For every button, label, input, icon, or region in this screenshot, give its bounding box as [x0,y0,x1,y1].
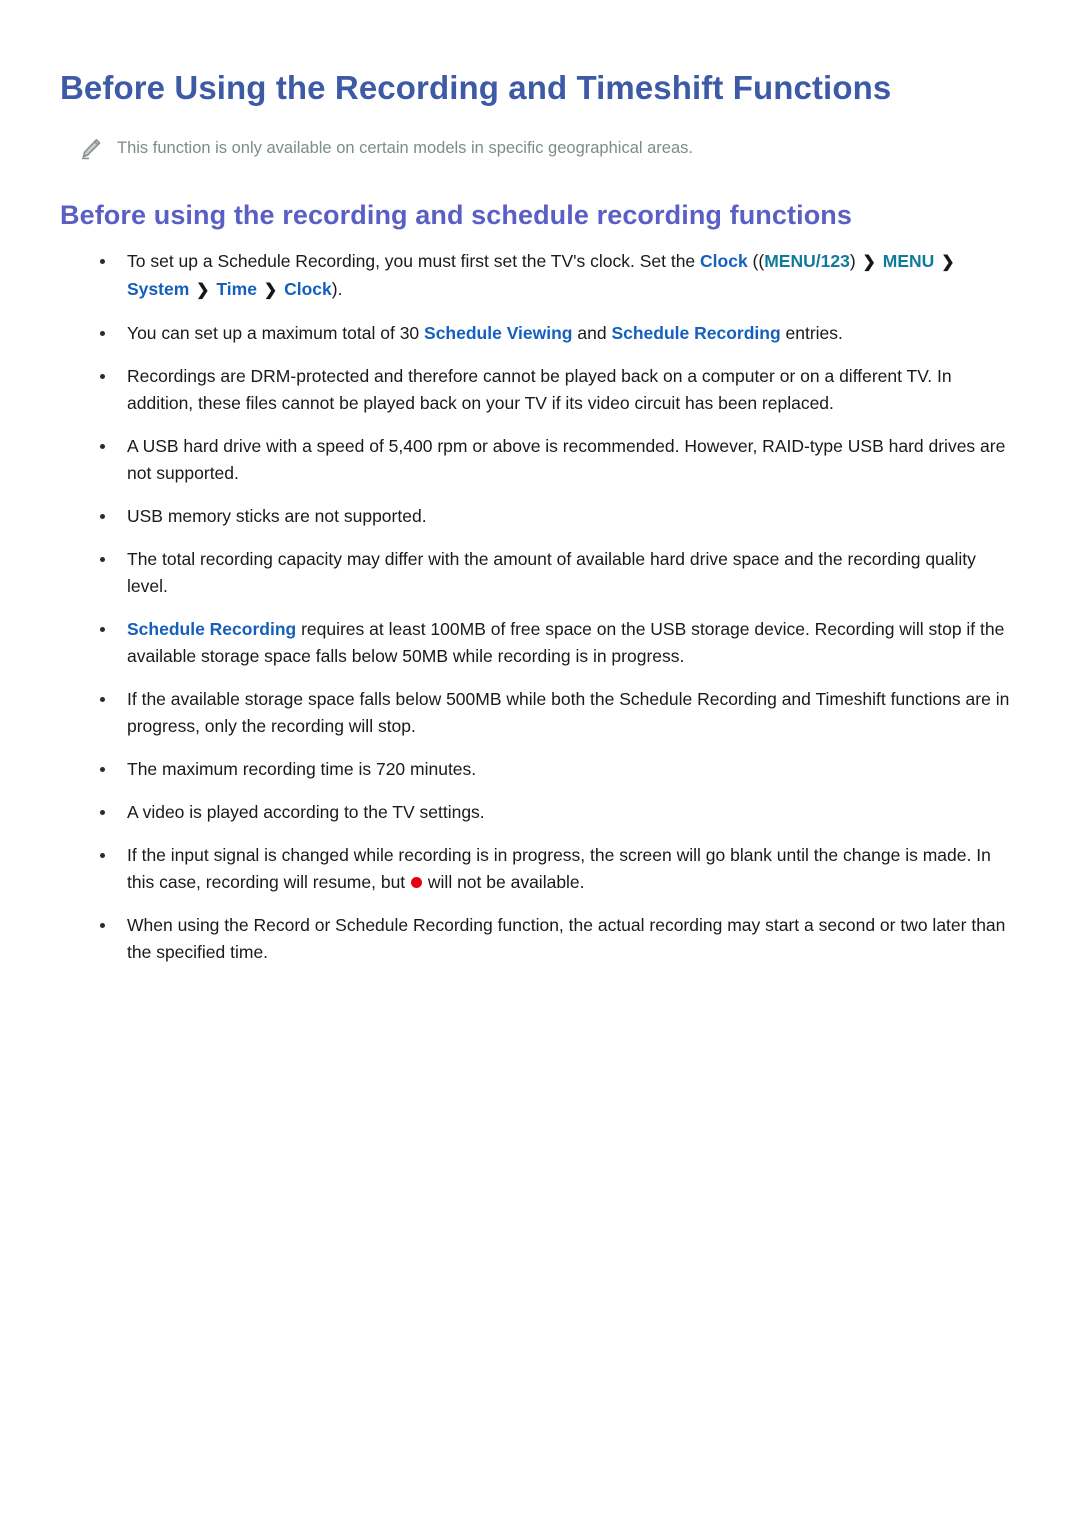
bullet-text: A USB hard drive with a speed of 5,400 r… [127,436,1006,483]
keyword-link[interactable]: Time [216,279,257,299]
bullet-text: Recordings are DRM-protected and therefo… [127,366,952,413]
bullet-item-max-entries: You can set up a maximum total of 30 Sch… [60,320,1020,347]
bullet-item-drm-protected: Recordings are DRM-protected and therefo… [60,363,1020,417]
keyword-link[interactable]: Clock [700,251,748,271]
chevron-right-icon: ❯ [862,254,876,271]
bullet-marker-icon [100,627,105,632]
bullet-text: A video is played according to the TV se… [127,802,485,822]
document-page: Before Using the Recording and Timeshift… [0,0,1080,1527]
pencil-icon [79,137,105,161]
bullet-item-clock-setup: To set up a Schedule Recording, you must… [60,248,1020,304]
bullet-text: (( [747,251,765,271]
bullet-text: To set up a Schedule Recording, you must… [127,251,701,271]
keyword-link[interactable]: Schedule Viewing [424,323,572,343]
section-heading: Before using the recording and schedule … [60,200,852,230]
bullet-text: entries. [780,323,843,343]
bullet-text: When using the Record or Schedule Record… [127,915,1006,962]
bullet-marker-icon [100,810,105,815]
bullet-marker-icon [100,923,105,928]
chevron-right-icon: ❯ [196,282,210,299]
bullet-text: The total recording capacity may differ … [127,549,976,596]
bullet-item-input-signal-change: If the input signal is changed while rec… [60,842,1020,896]
chevron-right-icon: ❯ [941,254,955,271]
menu-keyword[interactable]: MENU [883,251,935,271]
bullet-text: and [572,323,612,343]
bullet-marker-icon [100,444,105,449]
bullet-marker-icon [100,767,105,772]
keyword-link[interactable]: Clock [284,279,332,299]
bullet-marker-icon [100,259,105,264]
bullet-item-max-recording-time: The maximum recording time is 720 minute… [60,756,1020,783]
bullet-text: ). [331,279,343,299]
bullet-text: will not be available. [423,872,585,892]
bullet-item-usb-hard-drive: A USB hard drive with a speed of 5,400 r… [60,433,1020,487]
keyword-link[interactable]: Schedule Recording [127,619,296,639]
note-text: This function is only available on certa… [117,139,693,157]
bullet-marker-icon [100,374,105,379]
bullet-item-recording-start-delay: When using the Record or Schedule Record… [60,912,1020,966]
bullet-marker-icon [100,514,105,519]
bullet-text: USB memory sticks are not supported. [127,506,427,526]
bullet-marker-icon [100,557,105,562]
bullet-marker-icon [100,331,105,336]
bullet-text: The maximum recording time is 720 minute… [127,759,477,779]
bullet-marker-icon [100,853,105,858]
bullet-text: If the available storage space falls bel… [127,689,1010,736]
chevron-right-icon: ❯ [263,282,278,299]
note-callout: This function is only available on certa… [60,136,1020,160]
bullet-text: ) [849,251,861,271]
bullet-item-video-playback-settings: A video is played according to the TV se… [60,799,1020,826]
record-dot-icon [411,877,423,888]
bullet-item-recording-capacity: The total recording capacity may differ … [60,546,1020,600]
bullet-item-free-space-requirement: Schedule Recording requires at least 100… [60,616,1020,670]
bullet-item-usb-memory-sticks: USB memory sticks are not supported. [60,503,1020,530]
notes-bullet-list: To set up a Schedule Recording, you must… [60,232,1020,966]
page-title: Before Using the Recording and Timeshift… [60,69,892,106]
bullet-marker-icon [100,697,105,702]
keyword-link[interactable]: Schedule Recording [611,323,780,343]
keyword-link[interactable]: System [127,279,189,299]
bullet-text: You can set up a maximum total of 30 [127,323,425,343]
menu-keyword[interactable]: MENU/123 [764,251,850,271]
bullet-item-timeshift-500mb: If the available storage space falls bel… [60,686,1020,740]
